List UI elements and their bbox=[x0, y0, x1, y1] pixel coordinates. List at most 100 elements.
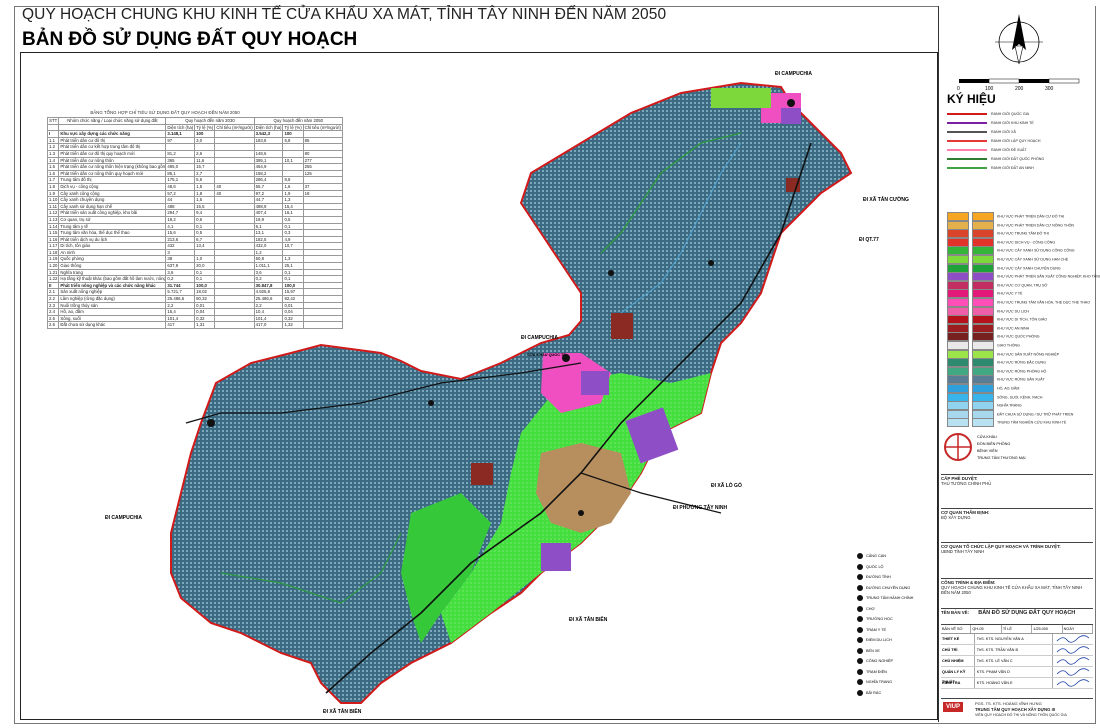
table-cell bbox=[214, 229, 255, 237]
table-cell: 50,8 bbox=[253, 255, 284, 264]
label-campuchia-west: ĐI CAMPUCHIA bbox=[105, 515, 142, 521]
legend-label: KHU VỰC RỪNG ĐẶC DỤNG bbox=[997, 360, 1046, 365]
table-cell bbox=[194, 248, 216, 257]
label-tan-bien: ĐI XÃ TÂN BIÊN bbox=[569, 617, 608, 623]
scale-tick: 200 bbox=[1015, 86, 1024, 92]
legend-label: SÔNG, SUỐI, KÊNH, RẠCH bbox=[997, 395, 1043, 400]
table-cell-name: Trung tâm y tế bbox=[58, 222, 167, 231]
table-cell: 5.721,7 bbox=[165, 288, 196, 297]
table-cell: 80 bbox=[302, 149, 343, 158]
table-cell: 3,0 bbox=[194, 136, 216, 145]
line-swatch bbox=[947, 167, 987, 170]
table-row: 1.13 Cơ quan, trụ sở 19,2 0,6 19,9 0,5 bbox=[46, 215, 343, 224]
approval-value: THỦ TƯỚNG CHÍNH PHỦ bbox=[941, 481, 992, 486]
table-cell: 57,2 bbox=[165, 189, 196, 198]
label-tan-bien-south: ĐI XÃ TÂN BIÊN bbox=[323, 709, 362, 715]
table-cell: I bbox=[46, 130, 60, 138]
table-cell: 2.1 bbox=[46, 288, 60, 297]
table-cell bbox=[302, 275, 343, 283]
table-cell: 15,97 bbox=[282, 288, 304, 297]
table-cell: 100 bbox=[194, 130, 216, 138]
map-legend-item: ĐƯỜNG TỈNH bbox=[857, 572, 937, 583]
legend-label: KHU VỰC CÂY XANH SỬ DỤNG CÔNG CỘNG bbox=[997, 248, 1075, 253]
table-cell: 48,6 bbox=[165, 182, 196, 191]
table-cell: 11,6 bbox=[194, 156, 216, 165]
map-symbol-legend: CẢNG CẠN QUỐC LỘ ĐƯỜNG TỈNH ĐƯỜNG CHUYÊN DỤ… bbox=[857, 551, 937, 698]
table-cell bbox=[214, 136, 255, 145]
table-cell: 0,01 bbox=[282, 301, 304, 310]
map-legend-item: CÔNG NGHIỆP bbox=[857, 656, 937, 667]
table-cell: 0,01 bbox=[194, 301, 216, 310]
label-tan-cuong: ĐI XÃ TÂN CƯỜNG bbox=[863, 197, 909, 203]
legend-label: KHU VỰC PHÁT TRIỂN DÂN CƯ ĐÔ THỊ bbox=[997, 214, 1065, 219]
table-cell-name: Hồ, ao, đầm bbox=[58, 308, 167, 316]
legend-label: KHU VỰC QUỐC PHÒNG bbox=[997, 334, 1040, 339]
table-row: 1.19 Quốc phòng 38 1,0 50,8 1,3 bbox=[46, 255, 343, 264]
table-cell bbox=[302, 209, 343, 217]
compass-south bbox=[1014, 45, 1024, 65]
symbol-dot-icon bbox=[857, 647, 863, 654]
table-cell: 2.3 bbox=[46, 301, 60, 310]
organizer-value: UBND TỈNH TÂY NINH bbox=[941, 549, 985, 554]
table-cell-name: Phát triển dân cư nông thôn hiện trạng (… bbox=[58, 163, 167, 171]
table-cell-name: Sông, suối bbox=[58, 314, 167, 323]
signature-icon bbox=[1053, 678, 1093, 688]
commercial-zone bbox=[581, 371, 609, 395]
table-cell: 10,7 bbox=[282, 242, 304, 250]
symbol-dot-icon bbox=[857, 689, 863, 696]
table-cell bbox=[282, 169, 304, 178]
table-cell: 4.925,8 bbox=[253, 288, 284, 297]
table-cell: 15,6 bbox=[165, 229, 196, 237]
table-cell bbox=[214, 255, 255, 264]
legend-label: KHU VỰC DU LỊCH bbox=[997, 309, 1030, 314]
legend-label: KHU VỰC RỪNG PHÒNG HỘ bbox=[997, 369, 1047, 374]
label-campuchia-north: ĐI CAMPUCHIA bbox=[775, 71, 812, 77]
signoff-row: CHỦ TRÌ ThS. KTS. TRẦN VĂN B bbox=[941, 645, 1093, 656]
table-row: II Phát triển nông nghiệp và các chức năn… bbox=[46, 281, 343, 290]
signoff-person: ThS. KTS. TRẦN VĂN B bbox=[975, 645, 1053, 655]
table-cell bbox=[302, 222, 343, 231]
symbol-dot-icon bbox=[857, 605, 863, 612]
table-row: 1.7 Trung tâm đô thị 175,1 5,6 286,4 8,8 bbox=[46, 176, 343, 184]
table-cell bbox=[302, 143, 343, 151]
table-cell: 1.9 bbox=[46, 189, 60, 198]
table-cell: 1.5 bbox=[46, 163, 60, 171]
table-subheader: Diện tích (ha) bbox=[165, 123, 196, 132]
table-cell: 3,6 bbox=[165, 268, 196, 277]
label-border-gate: CỬA KHẨU QUỐC TẾ bbox=[527, 353, 566, 357]
land-table-body: I Khu vực xây dựng các chức năng 3.148,1 10… bbox=[46, 130, 343, 329]
signoff-row: CHỦ NHIỆM ThS. KTS. LÊ VĂN C bbox=[941, 656, 1093, 667]
boundary-legend-item: RANH GIỚI ĐỀ XUẤT bbox=[947, 148, 1027, 152]
table-cell-name: Nghĩa trang bbox=[58, 268, 167, 277]
signoff-role: CHỦ TRÌ bbox=[941, 645, 975, 655]
table-row: 2.3 Nuôi trồng thủy sản 2,2 0,01 2,2 0,01 bbox=[46, 301, 343, 310]
table-cell bbox=[214, 242, 255, 250]
table-cell: 0,32 bbox=[194, 314, 216, 323]
director-name: PGS. TS. KTS. HOÀNG VĨNH HƯNG bbox=[975, 701, 1042, 706]
symbol-dot-icon bbox=[857, 679, 863, 685]
map-panel[interactable]: BẢNG TỔNG HỢP CHỈ TIÊU SỬ DỤNG ĐẤT QUY H… bbox=[20, 52, 938, 720]
signoff-role: THIẾT KẾ bbox=[941, 634, 975, 644]
company-block: VIUP PGS. TS. KTS. HOÀNG VĨNH HƯNG TRUNG… bbox=[941, 698, 1093, 722]
map-legend-item: ĐƯỜNG CHUYÊN DỤNG bbox=[857, 583, 937, 594]
north-landmark bbox=[611, 313, 633, 339]
scale-tick: 300 bbox=[1045, 86, 1054, 92]
table-cell: 488 bbox=[165, 202, 196, 211]
company-logo: VIUP bbox=[943, 702, 964, 712]
table-row: 1.5 Phát triển dân cư nông thôn hiện trạn… bbox=[46, 163, 343, 171]
legend-label: KHU VỰC CÂY XANH CHUYÊN DỤNG bbox=[997, 266, 1061, 271]
symbol-dot-icon bbox=[857, 595, 863, 601]
table-cell-name: Phát triển dân cư đô thị bbox=[58, 136, 167, 145]
scale-bar-segment bbox=[1019, 79, 1049, 83]
table-header-stt: STT bbox=[46, 117, 60, 125]
table-cell: 148,6 bbox=[253, 149, 284, 158]
table-row: 1.8 Dịch vụ - công cộng 48,6 1,5 40 55,7 1,6 37 bbox=[46, 182, 343, 191]
table-cell: 1.14 bbox=[46, 222, 60, 231]
legend-label: CẢNG CẠN bbox=[866, 554, 887, 558]
table-row: 2.4 Hồ, ao, đầm 15,4 0,04 10,4 0,04 bbox=[46, 308, 343, 316]
symbol-dot-icon bbox=[857, 574, 863, 580]
organizer-block: CƠ QUAN TỔ CHỨC LẬP QUY HOẠCH VÀ TRÌNH D… bbox=[941, 542, 1093, 574]
table-cell: 0,2 bbox=[253, 275, 284, 283]
table-cell bbox=[302, 176, 343, 184]
table-cell: 495,0 bbox=[165, 163, 196, 171]
